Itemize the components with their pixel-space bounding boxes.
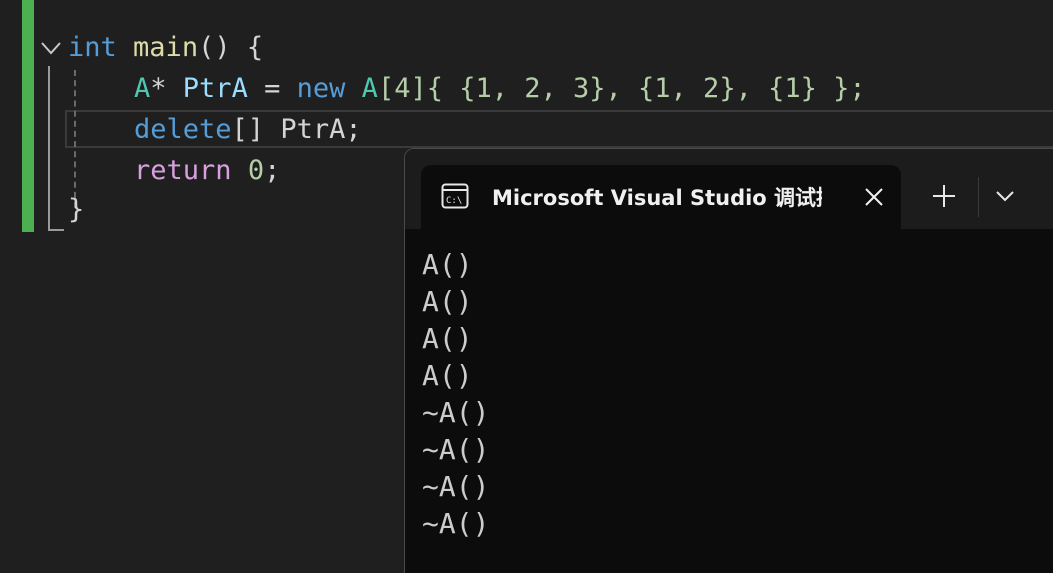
plus-icon[interactable] [927, 179, 961, 213]
function-name-token: main [133, 32, 199, 63]
punctuation-token: ; [345, 114, 362, 145]
fold-guide-end [48, 229, 64, 231]
closing-brace-token: } [68, 194, 85, 225]
console-output-line: ~A() [422, 396, 490, 429]
tab-separator [978, 177, 979, 217]
console-output-line: A() [422, 285, 473, 318]
svg-text:C:\: C:\ [446, 196, 462, 206]
code-line-1[interactable]: int main() { [68, 30, 263, 66]
punctuation-token: ; [264, 155, 281, 186]
keyword-token: int [68, 32, 117, 63]
operator-token: * [150, 73, 167, 104]
console-output-line: A() [422, 359, 473, 392]
number-token: 0 [247, 155, 265, 186]
change-indicator-bar [22, 0, 34, 232]
indent-guide [74, 70, 76, 208]
type-token: A [361, 73, 378, 104]
console-output-line: A() [422, 248, 473, 281]
console-output: A() A() A() A() ~A() ~A() ~A() ~A() [422, 246, 489, 542]
variable-token: PtrA [182, 73, 248, 104]
code-line-2[interactable]: A* PtrA = new A[4]{ {1, 2, 3}, {1, 2}, {… [134, 71, 866, 107]
console-output-line: ~A() [422, 470, 490, 503]
debug-console-window[interactable]: C:\ Microsoft Visual Studio 调试控制台 A() A(… [404, 148, 1053, 573]
code-line-3[interactable]: delete[] PtrA; [134, 112, 362, 148]
console-output-line: A() [422, 322, 473, 355]
keyword-token: delete [134, 114, 232, 145]
console-output-line: ~A() [422, 507, 490, 540]
type-token: A [134, 73, 151, 104]
chevron-down-icon[interactable] [990, 181, 1020, 211]
punctuation-token: [] [231, 114, 265, 145]
close-icon[interactable] [861, 184, 887, 210]
code-line-4[interactable]: return 0; [134, 153, 280, 189]
punctuation-token: () { [198, 32, 264, 63]
code-line-5[interactable]: } [68, 192, 84, 228]
fold-chevron-icon[interactable] [40, 38, 62, 58]
tab-title: Microsoft Visual Studio 调试控制台 [492, 186, 822, 210]
operator-token: = [264, 73, 281, 104]
console-icon: C:\ [441, 183, 469, 209]
console-output-line: ~A() [422, 433, 490, 466]
screen: int main() { A* PtrA = new A[4]{ {1, 2, … [0, 0, 1053, 573]
array-size-token: [4] [377, 73, 427, 104]
initializer-token: { {1, 2, 3}, {1, 2}, {1} }; [426, 73, 866, 104]
control-keyword-token: return [134, 155, 232, 186]
fold-guide-line [48, 66, 50, 230]
tab-strip: C:\ Microsoft Visual Studio 调试控制台 [405, 149, 1053, 229]
keyword-token: new [296, 73, 346, 104]
variable-token: PtrA [280, 114, 346, 145]
tab-debug-console[interactable]: C:\ Microsoft Visual Studio 调试控制台 [421, 165, 901, 229]
